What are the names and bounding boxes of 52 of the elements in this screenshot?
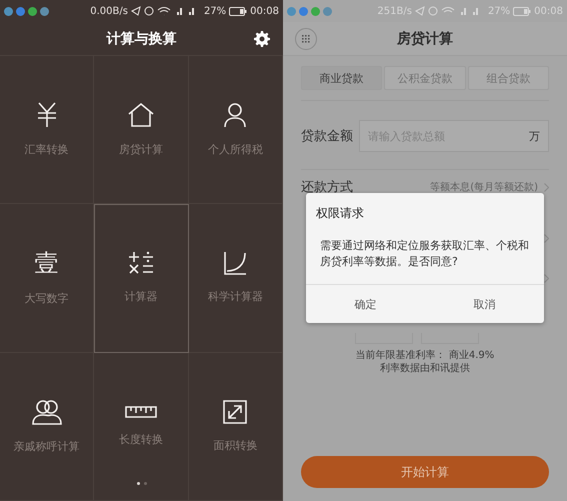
calculator-icon [128,251,154,276]
start-calculation-button[interactable]: 开始计算 [301,456,549,488]
clock: 00:08 [250,6,279,16]
person-icon [223,102,248,128]
battery-percent: 27% [204,6,226,16]
tool-tile[interactable]: 汇率转换 [0,56,94,204]
field-label: 贷款金额 [301,128,353,145]
settings-icon[interactable] [254,30,270,46]
repayment-row[interactable]: 还款方式 等额本息(每月等额还款) [301,178,549,196]
dialog-button[interactable]: 确定 [306,285,425,323]
repayment-value: 等额本息(每月等额还款) [430,180,538,194]
screen-title: 计算与换算 [106,30,176,48]
chevron-icon [544,274,549,283]
loan-type-tab[interactable]: 商业贷款 [301,66,382,90]
grid-icon [302,34,310,42]
people-icon [32,398,62,425]
tool-label: 大写数字 [24,291,69,306]
tool-label: 亲戚称呼计算 [14,438,80,454]
chevron-icon [544,234,549,243]
dialog-button[interactable]: 取消 [425,285,544,323]
rate-note: 利率数据由和讯提供 [380,362,470,375]
curve-graph-icon [223,251,248,276]
dialog-title: 权限请求 [315,205,365,222]
tool-tile[interactable]: 长度转换 [94,352,189,501]
battery-icon [513,6,532,16]
currency-icon [36,102,58,128]
ruler-icon [124,406,157,418]
network-speed: 0.00B/s [90,6,128,16]
numeral-glyph: 壹 [34,249,59,278]
expand-icon [223,400,248,424]
tool-label: 科学计算器 [208,289,263,304]
tool-tile[interactable]: 计算器 [94,204,189,353]
unit-label: 万 [529,128,540,144]
tool-label: 房贷计算 [118,142,163,158]
rate-note: 当前年限基准利率： 商业4.9% [356,349,494,362]
tool-label: 面积转换 [213,438,258,453]
tool-label: 长度转换 [118,432,163,447]
battery-icon [229,6,248,16]
field-label: 还款方式 [301,179,353,196]
tool-tile[interactable]: 亲戚称呼计算 [0,352,94,501]
loan-type-tab[interactable]: 组合贷款 [468,66,549,90]
screen-title: 房贷计算 [397,30,453,48]
menu-button[interactable] [295,28,317,50]
tool-label: 个人所得税 [208,142,263,158]
tool-tile[interactable]: 壹 大写数字 [0,204,94,353]
house-icon [126,102,155,128]
loan-type-tab[interactable]: 公积金贷款 [384,66,466,90]
dialog-message: 需要通过网络和定位服务获取汇率、个税和房贷利率等数据。是否同意? [319,238,530,270]
tool-label: 计算器 [124,289,158,304]
tool-tile[interactable]: 房贷计算 [94,56,189,204]
tool-label: 汇率转换 [24,142,69,158]
chevron-icon [544,182,549,192]
